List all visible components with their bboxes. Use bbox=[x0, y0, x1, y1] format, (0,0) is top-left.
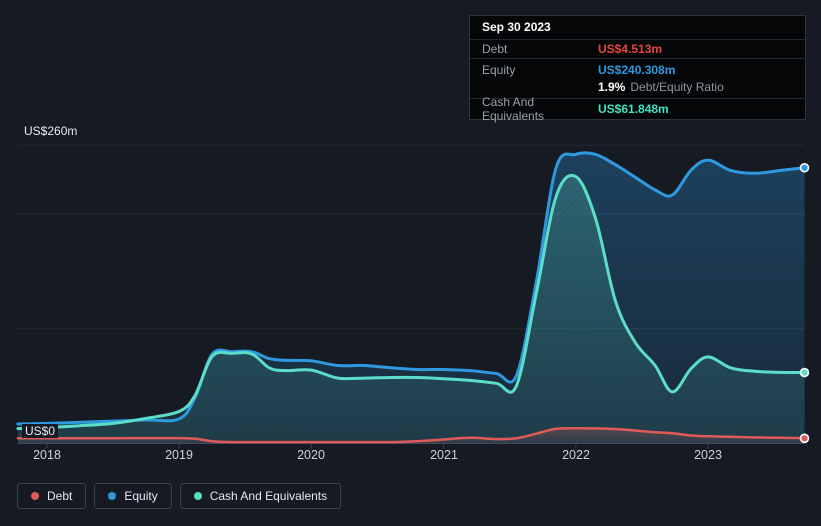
equity-series-dot-icon bbox=[108, 492, 117, 500]
y-axis-zero-label: US$0 bbox=[22, 424, 59, 438]
legend-item-debt[interactable]: Debt bbox=[17, 483, 87, 509]
tooltip-cash-label: Cash And Equivalents bbox=[482, 95, 545, 123]
tooltip-cash-value: US$61.848m bbox=[598, 102, 669, 116]
x-tick-2021: 2021 bbox=[430, 448, 458, 462]
tooltip-equity-row: Equity US$240.308m bbox=[470, 59, 805, 78]
x-tick-2020: 2020 bbox=[297, 448, 325, 462]
legend-cash-label: Cash And Equivalents bbox=[209, 489, 328, 503]
cash-series-dot-icon bbox=[193, 492, 202, 500]
tooltip-equity-label: Equity bbox=[482, 62, 516, 77]
tooltip-ratio: 1.9% Debt/Equity Ratio bbox=[598, 80, 724, 94]
tooltip-ratio-label: Debt/Equity Ratio bbox=[630, 80, 724, 94]
equity-endpoint-marker[interactable] bbox=[799, 162, 810, 173]
legend-debt-label: Debt bbox=[47, 489, 73, 503]
debt-series-dot-icon bbox=[31, 492, 39, 500]
tooltip-equity-value: US$240.308m bbox=[598, 62, 676, 77]
tooltip-debt-label: Debt bbox=[482, 42, 508, 56]
x-tick-2019: 2019 bbox=[165, 448, 193, 462]
debt-equity-chart-panel: Sep 30 2023 Debt US$4.513m Equity US$240… bbox=[0, 0, 821, 526]
debt-endpoint-marker[interactable] bbox=[799, 433, 810, 444]
cash-endpoint-marker[interactable] bbox=[799, 367, 810, 378]
legend-item-equity[interactable]: Equity bbox=[94, 483, 172, 509]
legend-equity-label: Equity bbox=[124, 489, 158, 503]
tooltip-debt-value: US$4.513m bbox=[598, 42, 663, 56]
x-tick-2018: 2018 bbox=[33, 448, 61, 462]
y-axis-max-label: US$260m bbox=[24, 124, 78, 138]
tooltip-cash-row: Cash And Equivalents US$61.848m bbox=[470, 95, 805, 123]
chart-legend: Debt Equity Cash And Equivalents bbox=[17, 483, 342, 509]
chart-tooltip: Sep 30 2023 Debt US$4.513m Equity US$240… bbox=[469, 15, 806, 123]
tooltip-debt-row: Debt US$4.513m bbox=[470, 40, 805, 59]
debt-equity-history-chart[interactable] bbox=[16, 142, 810, 450]
tooltip-date: Sep 30 2023 bbox=[470, 16, 805, 40]
x-tick-2022: 2022 bbox=[562, 448, 590, 462]
legend-item-cash[interactable]: Cash And Equivalents bbox=[179, 483, 342, 509]
x-tick-2023: 2023 bbox=[694, 448, 722, 462]
tooltip-ratio-value: 1.9% bbox=[598, 80, 626, 94]
